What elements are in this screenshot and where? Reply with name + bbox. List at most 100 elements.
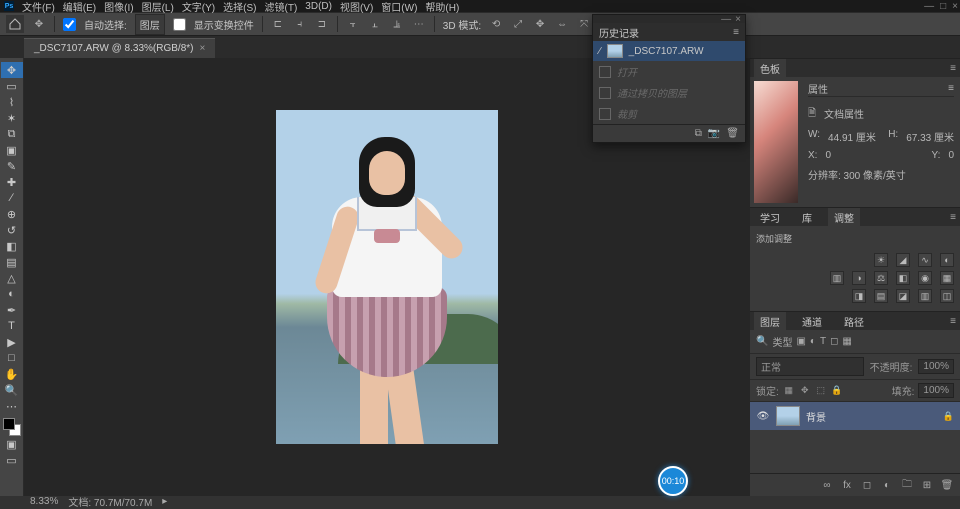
pen-tool[interactable]: ✒ xyxy=(1,302,23,318)
delete-layer-icon[interactable]: 🗑 xyxy=(940,478,954,492)
history-step[interactable]: 裁剪 xyxy=(593,103,745,124)
new-group-icon[interactable]: 🗀 xyxy=(900,478,914,492)
curves-icon[interactable]: ∿ xyxy=(918,253,932,267)
chevron-right-icon[interactable]: ▸ xyxy=(162,496,167,507)
document-tab[interactable]: _DSC7107.ARW @ 8.33%(RGB/8*) × xyxy=(24,38,215,58)
opacity-value[interactable]: 100% xyxy=(918,359,954,374)
auto-select-scope[interactable]: 图层 xyxy=(135,14,165,35)
align-left-icon[interactable]: ⊏ xyxy=(271,17,285,31)
move-tool[interactable]: ✥ xyxy=(1,62,23,78)
color-picker[interactable] xyxy=(754,81,798,203)
filter-text-icon[interactable]: T xyxy=(820,336,826,347)
lasso-tool[interactable]: ⌇ xyxy=(1,94,23,110)
learn-tab[interactable]: 学习 xyxy=(754,208,786,227)
menu-image[interactable]: 图像(I) xyxy=(104,0,133,14)
levels-icon[interactable]: ◢ xyxy=(896,253,910,267)
color-balance-icon[interactable]: ⚖ xyxy=(874,271,888,285)
color-swatches[interactable] xyxy=(3,418,21,436)
3d-orbit-icon[interactable]: ⟲ xyxy=(489,17,503,31)
panel-menu-icon[interactable]: ≡ xyxy=(950,316,956,327)
history-step[interactable]: 打开 xyxy=(593,61,745,82)
channels-tab[interactable]: 通道 xyxy=(796,312,828,331)
heal-tool[interactable]: ✚ xyxy=(1,174,23,190)
3d-slide-icon[interactable]: ⇔ xyxy=(555,17,569,31)
edit-toolbar-icon[interactable]: ⋯ xyxy=(1,398,23,414)
blur-tool[interactable]: △ xyxy=(1,270,23,286)
filter-smart-icon[interactable]: ▦ xyxy=(842,336,851,347)
menu-3d[interactable]: 3D(D) xyxy=(305,1,332,12)
maximize-button[interactable]: □ xyxy=(940,1,946,12)
zoom-tool[interactable]: 🔍 xyxy=(1,382,23,398)
more-align-icon[interactable]: ⋯ xyxy=(412,17,426,31)
brightness-icon[interactable]: ☀ xyxy=(874,253,888,267)
screenmode-tool[interactable]: ▭ xyxy=(1,452,23,468)
gradient-tool[interactable]: ▤ xyxy=(1,254,23,270)
channel-mixer-icon[interactable]: ▦ xyxy=(940,271,954,285)
history-snapshot[interactable]: ∕ _DSC7107.ARW xyxy=(593,41,745,61)
menu-edit[interactable]: 编辑(E) xyxy=(63,0,96,14)
eraser-tool[interactable]: ◧ xyxy=(1,238,23,254)
delete-state-icon[interactable]: 🗑 xyxy=(726,128,739,139)
history-step[interactable]: 通过拷贝的图层 xyxy=(593,82,745,103)
new-layer-icon[interactable]: ⊞ xyxy=(920,478,934,492)
filter-adjust-icon[interactable]: ◐ xyxy=(810,336,816,347)
brush-tool[interactable]: ∕ xyxy=(1,190,23,206)
new-adjust-layer-icon[interactable]: ◐ xyxy=(880,478,894,492)
filter-type-select[interactable]: 类型 xyxy=(772,334,792,349)
close-window-button[interactable]: × xyxy=(952,1,958,12)
menu-window[interactable]: 窗口(W) xyxy=(381,0,417,14)
menu-file[interactable]: 文件(F) xyxy=(22,0,55,14)
posterize-icon[interactable]: ▤ xyxy=(874,289,888,303)
blend-mode-select[interactable]: 正常 xyxy=(756,357,864,376)
menu-select[interactable]: 选择(S) xyxy=(223,0,256,14)
filter-shape-icon[interactable]: ◻ xyxy=(830,336,838,347)
zoom-value[interactable]: 8.33% xyxy=(30,496,58,507)
crop-tool[interactable]: ⧉ xyxy=(1,126,23,142)
frame-tool[interactable]: ▣ xyxy=(1,142,23,158)
layer-thumbnail[interactable] xyxy=(776,406,800,426)
panel-close-icon[interactable]: × xyxy=(735,14,741,25)
eyedropper-tool[interactable]: ✎ xyxy=(1,158,23,174)
3d-roll-icon[interactable]: ⤢ xyxy=(511,17,525,31)
3d-pan-icon[interactable]: ✥ xyxy=(533,17,547,31)
layer-mask-icon[interactable]: ◻ xyxy=(860,478,874,492)
menu-layer[interactable]: 图层(L) xyxy=(142,0,174,14)
text-tool[interactable]: T xyxy=(1,318,23,334)
foreground-color-swatch[interactable] xyxy=(3,418,15,430)
align-top-icon[interactable]: ⫟ xyxy=(346,17,360,31)
lock-position-icon[interactable]: ✥ xyxy=(799,385,811,397)
selective-color-icon[interactable]: ◫ xyxy=(940,289,954,303)
fill-value[interactable]: 100% xyxy=(918,383,954,398)
hue-sat-icon[interactable]: ◑ xyxy=(852,271,866,285)
show-transform-checkbox[interactable] xyxy=(173,18,186,31)
exposure-icon[interactable]: ◐ xyxy=(940,253,954,267)
shape-tool[interactable]: □ xyxy=(1,350,23,366)
lock-artboard-icon[interactable]: ⬚ xyxy=(815,385,827,397)
hand-tool[interactable]: ✋ xyxy=(1,366,23,382)
menu-view[interactable]: 视图(V) xyxy=(340,0,373,14)
history-tab[interactable]: 历史记录 xyxy=(599,25,639,40)
search-icon[interactable]: 🔍 xyxy=(756,336,768,347)
history-brush-tool[interactable]: ↺ xyxy=(1,222,23,238)
threshold-icon[interactable]: ◪ xyxy=(896,289,910,303)
3d-zoom-icon[interactable]: ⤧ xyxy=(577,17,591,31)
bw-icon[interactable]: ◧ xyxy=(896,271,910,285)
link-layers-icon[interactable]: ∞ xyxy=(820,478,834,492)
layers-tab[interactable]: 图层 xyxy=(754,312,786,331)
marquee-tool[interactable]: ▭ xyxy=(1,78,23,94)
stamp-tool[interactable]: ⊕ xyxy=(1,206,23,222)
gradient-map-icon[interactable]: ▥ xyxy=(918,289,932,303)
history-panel[interactable]: — × 历史记录 ≡ ∕ _DSC7107.ARW 打开 通过拷贝的图层 裁剪 … xyxy=(592,14,746,143)
color-tab[interactable]: 色板 xyxy=(754,59,786,78)
layer-fx-icon[interactable]: fx xyxy=(840,478,854,492)
quickmask-tool[interactable]: ▣ xyxy=(1,436,23,452)
layer-item-background[interactable]: 👁 背景 🔒 xyxy=(750,402,960,430)
properties-tab[interactable]: 属性 xyxy=(808,81,828,96)
menu-type[interactable]: 文字(Y) xyxy=(182,0,215,14)
panel-collapse-icon[interactable]: — xyxy=(721,14,731,25)
panel-menu-icon[interactable]: ≡ xyxy=(950,212,956,223)
paths-tab[interactable]: 路径 xyxy=(838,312,870,331)
panel-menu-icon[interactable]: ≡ xyxy=(950,63,956,74)
new-document-from-state-icon[interactable]: ⧉ xyxy=(695,128,702,139)
auto-select-checkbox[interactable] xyxy=(63,18,76,31)
